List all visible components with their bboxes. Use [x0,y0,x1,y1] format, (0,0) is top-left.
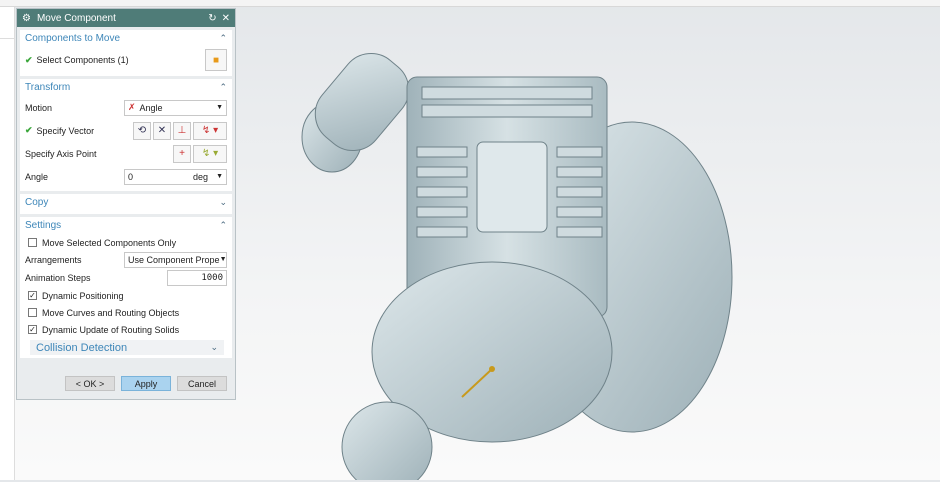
motion-dropdown[interactable]: ✗ Angle ▼ [124,99,227,116]
vector-constructor-icon[interactable]: ⊥ [173,121,191,140]
select-component-icon[interactable]: ■ [205,49,227,71]
checkbox-label: Move Selected Components Only [42,237,177,248]
check-icon: ✔ [25,125,33,135]
animation-steps-value: 1000 [201,272,223,283]
section-title: Settings [25,220,62,231]
select-components-label: Select Components (1) [36,55,129,65]
copy-section: Copy ⌄ [20,194,232,214]
move-component-dialog: ⚙ Move Component ↻ ✕ Components to Move ⌃… [16,8,236,400]
animation-steps-row: Animation Steps 1000 [20,268,232,287]
specify-vector-label: Specify Vector [36,125,95,136]
collision-detection-title: Collision Detection [36,341,128,354]
select-components-row[interactable]: ✔ Select Components (1) ■ [20,47,232,73]
dynamic-positioning-checkbox[interactable]: ✓ Dynamic Positioning [20,287,232,304]
chevron-down-icon[interactable]: ⌄ [219,197,227,208]
checkbox-checked[interactable]: ✓ [28,325,37,334]
graphics-viewport[interactable] [237,7,940,482]
section-header[interactable]: Components to Move ⌃ [20,30,232,47]
transform-section: Transform ⌃ Motion ✗ Angle ▼ ✔ Specify Vect… [20,79,232,191]
components-to-move-section: Components to Move ⌃ ✔ Select Components … [20,30,232,76]
cancel-button[interactable]: Cancel [177,376,227,391]
section-header[interactable]: Settings ⌃ [20,217,232,234]
section-title: Transform [25,82,71,93]
piston [476,141,548,233]
angle-icon: ✗ [128,102,136,112]
arrangements-label: Arrangements [25,254,82,265]
chevron-up-icon[interactable]: ⌃ [219,33,227,44]
dropdown-arrow-icon: ▼ [216,173,223,180]
checkbox-label: Dynamic Update of Routing Solids [42,324,180,335]
dialog-title: Move Component [36,12,116,24]
check-icon: ✔ [25,54,33,65]
angle-input[interactable]: 0 deg ▼ [124,168,227,185]
section-title: Components to Move [25,33,121,44]
checkbox[interactable] [28,238,37,247]
dynamic-update-checkbox[interactable]: ✓ Dynamic Update of Routing Solids [20,321,232,338]
specify-axis-point-label: Specify Axis Point [25,148,97,159]
reset-icon[interactable]: ↻ [208,13,216,24]
dialog-header: ⚙ Move Component ↻ ✕ [17,9,235,27]
angle-value: 0 [128,171,134,182]
point-dialog-icon[interactable]: + [173,144,191,163]
motion-row: Motion ✗ Angle ▼ [20,96,232,119]
specify-vector-row: ✔ Specify Vector ⟲ ✕ ⊥ ↯ ▾ [20,119,232,142]
rotation-handle-dot[interactable] [489,366,495,372]
close-icon[interactable]: ✕ [222,13,230,24]
top-toolbar [0,0,940,7]
checkbox[interactable] [28,308,37,317]
inferred-vector-dropdown[interactable]: ↯ ▾ [193,121,227,140]
motion-value: Angle [139,102,163,113]
gear-icon[interactable]: ⚙ [22,13,31,24]
engine-model[interactable] [237,7,940,482]
dialog-buttons: < OK > Apply Cancel [17,376,235,391]
arrangements-dropdown[interactable]: Use Component Prope ▼ [124,251,227,268]
arrangements-value: Use Component Prope [128,254,220,265]
collision-detection-group[interactable]: Collision Detection ⌄ [30,340,224,355]
section-title: Copy [25,197,49,208]
dropdown-arrow-icon: ▼ [219,256,227,263]
inferred-point-dropdown[interactable]: ↯ ▾ [193,144,227,163]
arrangements-row: Arrangements Use Component Prope ▼ [20,251,232,268]
angle-label: Angle [25,171,49,182]
chevron-down-icon[interactable]: ⌄ [210,342,218,353]
checkbox-checked[interactable]: ✓ [28,291,37,300]
apply-button[interactable]: Apply [121,376,171,391]
animation-steps-label: Animation Steps [25,272,91,283]
angle-row: Angle 0 deg ▼ [20,165,232,188]
chevron-up-icon[interactable]: ⌃ [219,220,227,231]
section-header[interactable]: Copy ⌄ [20,194,232,211]
motion-label: Motion [25,102,53,113]
navigator-panel [0,7,15,480]
move-selected-only-checkbox[interactable]: Move Selected Components Only [20,234,232,251]
ok-button[interactable]: < OK > [65,376,115,391]
navigator-row[interactable] [0,29,15,39]
reverse-direction-icon[interactable]: ⟲ [133,121,151,140]
animation-steps-input[interactable]: 1000 [167,269,227,286]
chevron-up-icon[interactable]: ⌃ [219,82,227,93]
settings-section: Settings ⌃ Move Selected Components Only … [20,217,232,358]
checkbox-label: Dynamic Positioning [42,290,124,301]
angle-unit[interactable]: deg [193,172,208,182]
move-curves-checkbox[interactable]: Move Curves and Routing Objects [20,304,232,321]
checkbox-label: Move Curves and Routing Objects [42,307,180,318]
vector-dialog-icon[interactable]: ✕ [153,121,171,140]
specify-axis-point-row: Specify Axis Point + ↯ ▾ [20,142,232,165]
section-header[interactable]: Transform ⌃ [20,79,232,96]
dropdown-arrow-icon: ▼ [216,104,223,111]
